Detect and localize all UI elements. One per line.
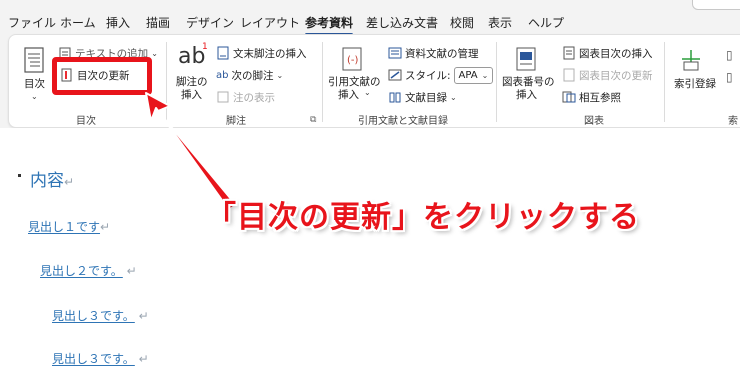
annotation-arrow-icon — [145, 92, 237, 211]
annotation-text: 「目次の更新」をクリックする — [206, 200, 640, 235]
